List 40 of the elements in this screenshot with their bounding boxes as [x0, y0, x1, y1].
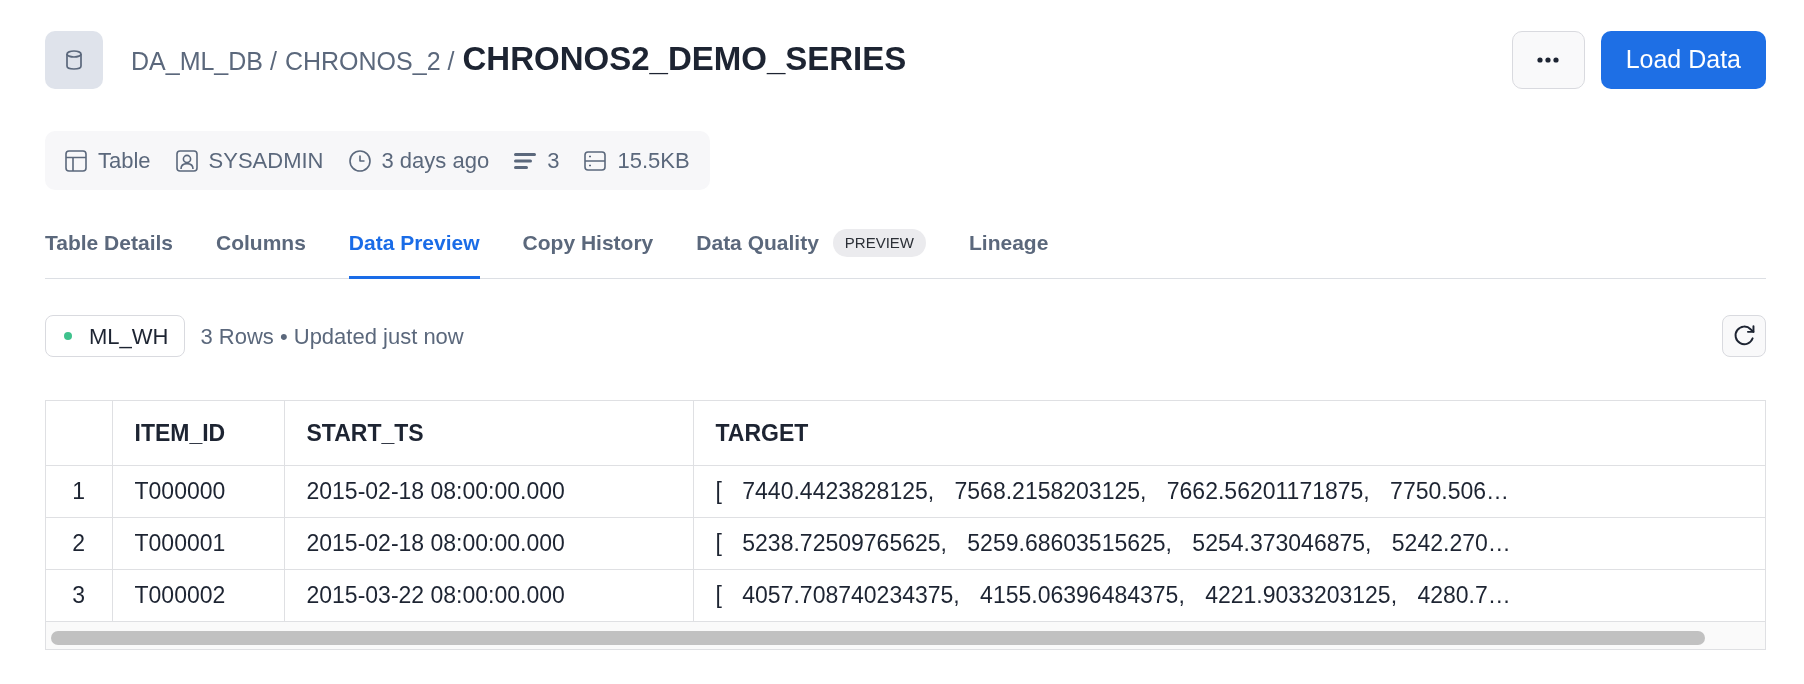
modified-time: 3 days ago — [381, 147, 490, 175]
row-summary: 3 Rows • Updated just now — [200, 322, 464, 351]
object-type: Table — [98, 147, 151, 175]
database-icon — [45, 31, 103, 89]
breadcrumb-link[interactable]: DA_ML_DB — [131, 43, 263, 81]
refresh-button[interactable] — [1722, 315, 1766, 357]
row-number: 2 — [46, 517, 112, 569]
breadcrumb-link[interactable]: CHRONOS_2 — [284, 43, 441, 81]
row-count: 3 — [547, 147, 560, 175]
preview-badge: PREVIEW — [832, 229, 926, 257]
page-title: CHRONOS2_DEMO_SERIES — [462, 39, 907, 79]
table-icon — [65, 149, 87, 172]
table-cell: 2015-02-18 08:00:00.000 — [284, 465, 693, 517]
load-data-button[interactable]: Load Data — [1600, 31, 1766, 89]
scrollbar-thumb[interactable] — [51, 631, 1705, 645]
table-cell: T000001 — [112, 517, 284, 569]
breadcrumb-separator: / — [447, 46, 455, 78]
tab[interactable]: Table Details — [45, 222, 173, 279]
tab[interactable]: Data Quality PREVIEW — [696, 222, 926, 279]
clock-icon — [348, 149, 371, 172]
table-cell: 2015-02-18 08:00:00.000 — [284, 517, 693, 569]
more-button[interactable] — [1511, 31, 1585, 89]
column-header[interactable]: START_TS — [284, 401, 693, 465]
ellipsis-icon — [1537, 57, 1560, 63]
tab[interactable]: Data Preview — [348, 222, 480, 279]
storage-icon — [584, 149, 607, 172]
table-cell: T000000 — [112, 465, 284, 517]
owner-name: SYSADMIN — [208, 147, 324, 175]
table-size: 15.5KB — [617, 147, 690, 175]
refresh-icon — [1733, 325, 1755, 347]
scrollbar-track[interactable] — [46, 621, 1765, 649]
breadcrumb-separator: / — [270, 46, 277, 78]
row-number: 1 — [46, 465, 112, 517]
tab[interactable]: Lineage — [969, 222, 1049, 279]
user-icon — [175, 149, 198, 172]
column-header[interactable]: TARGET — [693, 401, 1765, 465]
warehouse-button[interactable]: ML_WH — [45, 315, 186, 357]
tab[interactable]: Copy History — [522, 222, 654, 279]
tab[interactable]: Columns — [216, 222, 306, 279]
column-header[interactable]: ITEM_ID — [112, 401, 284, 465]
